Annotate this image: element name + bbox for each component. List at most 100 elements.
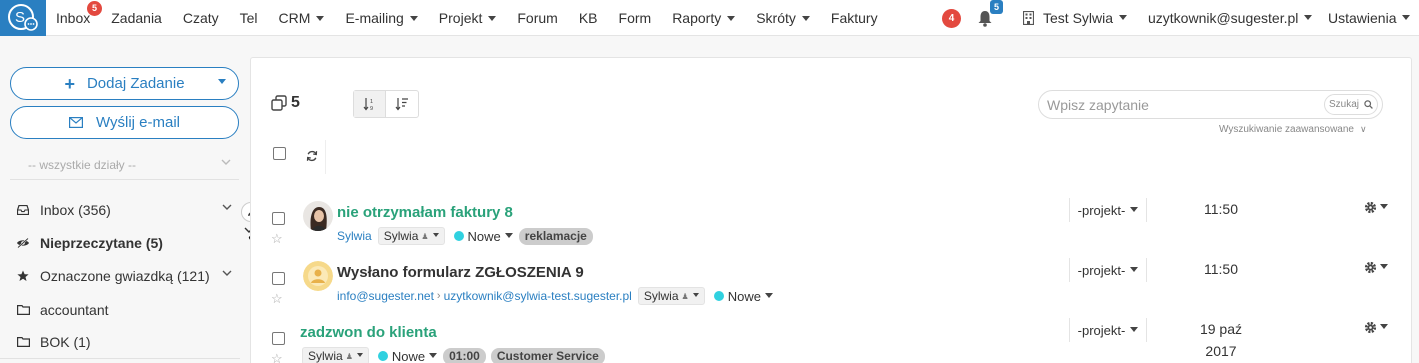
top-navbar: S Inbox 5 Zadania Czaty Tel CRM E-mailin…: [0, 0, 1419, 36]
building-icon: [1023, 11, 1034, 25]
recipient-link[interactable]: uzytkownik@sylwia-test.sugester.pl: [444, 289, 632, 303]
row-actions-menu[interactable]: [1364, 261, 1388, 274]
status-dropdown[interactable]: Nowe: [377, 348, 438, 363]
caret-down-icon: [1130, 326, 1139, 332]
notifications-red-badge-button[interactable]: 4: [942, 0, 961, 36]
search-button-label: Szukaj: [1328, 99, 1359, 110]
nav-item-emailing[interactable]: E-mailing: [345, 10, 418, 26]
task-title-link[interactable]: Wysłano formularz ZGŁOSZENIA 9: [337, 264, 584, 281]
add-task-label: Dodaj Zadanie: [86, 75, 185, 92]
chevron-down-icon[interactable]: [222, 270, 232, 276]
sort-ascending-button[interactable]: 1 9: [354, 91, 386, 117]
sidebar-item-starred[interactable]: Oznaczone gwiazdką (121): [0, 259, 240, 292]
sort-toggle-group: 1 9: [353, 90, 419, 118]
nav-item-crm[interactable]: CRM: [279, 10, 325, 26]
sugester-logo[interactable]: S: [0, 0, 46, 36]
add-task-button[interactable]: + Dodaj Zadanie: [10, 67, 239, 100]
caret-down-icon: [1304, 14, 1313, 20]
search-input[interactable]: [1039, 96, 1309, 113]
sender-link[interactable]: info@sugester.net: [337, 289, 434, 303]
star-icon: [16, 270, 30, 282]
sidebar-item-unread[interactable]: Nieprzeczytane (5): [0, 226, 240, 259]
department-select-value: -- wszystkie działy --: [28, 157, 137, 172]
task-row[interactable]: ☆ zadzwon do klienta Sylwia ♟ Nowe 01:00 …: [251, 318, 1413, 363]
nav-item-kb[interactable]: KB: [579, 10, 598, 26]
status-dropdown[interactable]: Nowe: [713, 289, 773, 304]
status-dropdown[interactable]: Nowe: [453, 229, 513, 244]
main-nav: Inbox 5 Zadania Czaty Tel CRM E-mailing …: [56, 0, 899, 36]
sidebar-item-inbox[interactable]: Inbox (356): [0, 193, 240, 226]
account-switcher[interactable]: Test Sylwia: [1023, 0, 1128, 36]
task-list-panel: 5 1 9 Szukaj Wyszukiwanie zaawansowane ∨: [250, 57, 1412, 363]
row-checkbox[interactable]: [272, 332, 285, 345]
star-outline-icon[interactable]: ☆: [271, 231, 283, 247]
task-row[interactable]: ☆ nie otrzymałam faktury 8 Sylwia Sylwia…: [251, 198, 1413, 258]
task-title-link[interactable]: zadzwon do klienta: [300, 324, 437, 341]
project-dropdown[interactable]: -projekt-: [1069, 198, 1147, 222]
svg-text:S: S: [15, 9, 25, 26]
caret-down-icon: [727, 15, 736, 21]
nav-item-forum[interactable]: Forum: [517, 10, 557, 26]
sidebar-item-bok[interactable]: BOK (1): [0, 326, 240, 359]
row-actions-menu[interactable]: [1364, 321, 1388, 334]
star-outline-icon[interactable]: ☆: [271, 291, 283, 307]
caret-down-icon: [316, 15, 325, 21]
nav-item-czaty[interactable]: Czaty: [183, 10, 219, 26]
task-meta: Sylwia Sylwia ♟ Nowe reklamacje: [337, 227, 598, 245]
chevron-down-icon: [221, 159, 231, 165]
chevron-down-icon[interactable]: [222, 204, 232, 210]
assignee-dropdown[interactable]: Sylwia ♟: [302, 347, 369, 363]
caret-down-icon: [1130, 266, 1139, 272]
status-label: Nowe: [391, 348, 426, 363]
task-title-link[interactable]: nie otrzymałam faktury 8: [337, 204, 513, 221]
avatar: [303, 261, 333, 291]
logo-icon: S: [8, 4, 38, 31]
user-icon: ♟: [681, 291, 689, 301]
nav-item-raporty[interactable]: Raporty: [672, 10, 736, 26]
sort-descending-button[interactable]: [386, 91, 418, 117]
nav-item-zadania[interactable]: Zadania: [111, 10, 162, 26]
caret-down-icon: [1130, 206, 1139, 212]
envelope-icon: [68, 117, 83, 128]
avatar: [303, 201, 333, 231]
nav-item-skroty[interactable]: Skróty: [756, 10, 810, 26]
task-year: 2017: [1205, 343, 1237, 359]
star-outline-icon[interactable]: ☆: [271, 351, 283, 363]
select-all-checkbox[interactable]: [273, 147, 286, 160]
advanced-search-label: Wyszukiwanie zaawansowane: [1219, 124, 1354, 135]
notifications-bell-button[interactable]: 5: [977, 0, 1003, 36]
nav-item-faktury[interactable]: Faktury: [831, 10, 878, 26]
nav-item-inbox[interactable]: Inbox 5: [56, 1, 102, 26]
department-select[interactable]: -- wszystkie działy --: [10, 150, 239, 180]
caret-down-icon: [504, 232, 513, 238]
refresh-icon[interactable]: [306, 150, 318, 162]
nav-item-form[interactable]: Form: [619, 10, 652, 26]
row-checkbox[interactable]: [272, 212, 285, 225]
assignee-label: Sylwia: [643, 289, 679, 303]
sidebar-item-label: Oznaczone gwiazdką (121): [40, 267, 210, 284]
project-dropdown[interactable]: -projekt-: [1069, 258, 1147, 282]
advanced-search-link[interactable]: Wyszukiwanie zaawansowane ∨: [1219, 124, 1367, 135]
nav-emailing-label: E-mailing: [345, 10, 404, 26]
user-menu[interactable]: uzytkownik@sugester.pl: [1148, 0, 1313, 36]
bulk-toolbar: [264, 140, 326, 174]
search-button[interactable]: Szukaj: [1324, 94, 1378, 115]
caret-down-icon[interactable]: [218, 79, 226, 84]
project-dropdown[interactable]: -projekt-: [1069, 318, 1147, 342]
task-time: 11:50: [1204, 261, 1238, 277]
send-email-button[interactable]: Wyślij e-mail: [10, 106, 239, 139]
sidebar-item-accountant[interactable]: accountant: [0, 293, 240, 326]
assignee-label: Sylwia: [308, 349, 343, 363]
caret-down-icon: [432, 233, 439, 237]
settings-menu[interactable]: Ustawienia: [1328, 0, 1411, 36]
assignee-dropdown[interactable]: Sylwia ♟: [637, 287, 705, 305]
row-checkbox[interactable]: [272, 272, 285, 285]
user-icon: ♟: [421, 231, 429, 241]
task-row[interactable]: ☆ Wysłano formularz ZGŁOSZENIA 9 info@su…: [251, 258, 1413, 318]
project-label: -projekt-: [1077, 262, 1126, 278]
nav-item-projekt[interactable]: Projekt: [439, 10, 497, 26]
row-actions-menu[interactable]: [1364, 201, 1388, 214]
nav-item-tel[interactable]: Tel: [240, 10, 258, 26]
sender-link[interactable]: Sylwia: [337, 229, 372, 243]
assignee-dropdown[interactable]: Sylwia ♟: [377, 227, 445, 245]
